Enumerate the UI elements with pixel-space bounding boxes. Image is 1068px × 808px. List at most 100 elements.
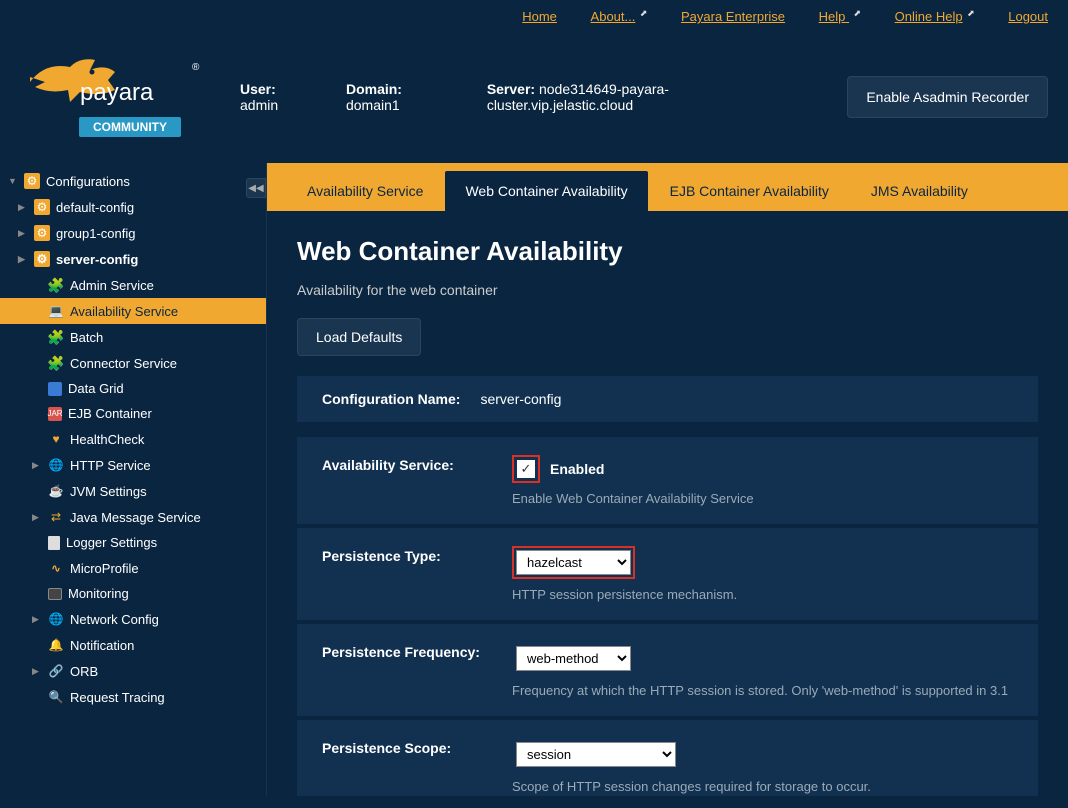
enable-recorder-button[interactable]: Enable Asadmin Recorder (847, 76, 1048, 118)
tree-jvm-settings[interactable]: ☕ JVM Settings (0, 478, 266, 504)
document-icon (48, 536, 60, 550)
form-persistence-type: Persistence Type: hazelcast HTTP session… (297, 528, 1038, 620)
tree: ▼ ⚙ Configurations ▶ ⚙ default-config ▶ … (0, 163, 266, 715)
form-help: Enable Web Container Availability Servic… (512, 491, 1013, 506)
arrow-right-icon: ▶ (32, 614, 42, 625)
form-persistence-frequency: Persistence Frequency: web-method Freque… (297, 624, 1038, 716)
arrow-right-icon: ▶ (18, 228, 28, 239)
tabs: Availability Service Web Container Avail… (267, 163, 1068, 211)
form-help: HTTP session persistence mechanism. (512, 587, 1013, 602)
form-label: Availability Service: (322, 455, 492, 506)
content-area: Availability Service Web Container Avail… (267, 163, 1068, 796)
page-description: Availability for the web container (297, 282, 1038, 298)
svg-text:®: ® (192, 62, 200, 73)
highlight-box: ✓ (512, 455, 540, 483)
grid-icon (48, 382, 62, 396)
availability-enabled-checkbox[interactable]: ✓ (517, 460, 535, 478)
gear-icon: ⚙ (34, 199, 50, 215)
header: payara ® COMMUNITY User: admin Domain: d… (0, 32, 1068, 163)
jar-icon: JAR (48, 407, 62, 421)
monitor-icon (48, 588, 62, 600)
enabled-label: Enabled (550, 461, 604, 477)
arrow-right-icon: ▶ (32, 460, 42, 471)
tree-jms[interactable]: ▶ ⇄ Java Message Service (0, 504, 266, 530)
gear-icon: ⚙ (34, 251, 50, 267)
persistence-scope-select[interactable]: session (516, 742, 676, 767)
tree-availability-service[interactable]: 💻 Availability Service (0, 298, 266, 324)
tree-microprofile[interactable]: ∿ MicroProfile (0, 555, 266, 581)
tab-jms-availability[interactable]: JMS Availability (851, 171, 988, 211)
tree-orb[interactable]: ▶ 🔗 ORB (0, 658, 266, 684)
tab-web-container[interactable]: Web Container Availability (445, 171, 647, 211)
arrow-right-icon: ▶ (32, 512, 42, 523)
gear-icon: ⚙ (24, 173, 40, 189)
nav-about[interactable]: About...⬈ (591, 9, 648, 24)
puzzle-icon: 🧩 (48, 329, 64, 345)
arrow-right-icon: ▶ (18, 254, 28, 265)
collapse-sidebar-button[interactable]: ◀◀ (246, 178, 266, 198)
external-icon: ⬈ (637, 8, 647, 18)
form-label: Persistence Scope: (322, 738, 492, 794)
config-name-value: server-config (480, 391, 561, 407)
page-title: Web Container Availability (297, 236, 1038, 267)
globe-icon: 🌐 (48, 457, 64, 473)
puzzle-icon: 🧩 (48, 355, 64, 371)
tree-notification[interactable]: 🔔 Notification (0, 632, 266, 658)
heart-icon: ♥ (48, 431, 64, 447)
tree-group1-config[interactable]: ▶ ⚙ group1-config (0, 220, 266, 246)
persistence-frequency-select[interactable]: web-method (516, 646, 631, 671)
form-availability-service: Availability Service: ✓ Enabled Enable W… (297, 437, 1038, 524)
external-icon: ⬈ (851, 8, 861, 18)
external-icon: ⬈ (965, 8, 975, 18)
coffee-icon: ☕ (48, 483, 64, 499)
tree-monitoring[interactable]: Monitoring (0, 581, 266, 606)
form-label: Persistence Frequency: (322, 642, 492, 698)
arrow-right-icon: ▶ (32, 666, 42, 677)
sidebar: ◀◀ ▼ ⚙ Configurations ▶ ⚙ default-config… (0, 163, 267, 796)
highlight-box: hazelcast (512, 546, 635, 579)
arrows-icon: ⇄ (48, 509, 64, 525)
wave-icon: ∿ (48, 560, 64, 576)
tree-data-grid[interactable]: Data Grid (0, 376, 266, 401)
header-info: User: admin Domain: domain1 Server: node… (240, 81, 807, 113)
logo: payara ® COMMUNITY (20, 52, 200, 142)
persistence-type-select[interactable]: hazelcast (516, 550, 631, 575)
tree-batch[interactable]: 🧩 Batch (0, 324, 266, 350)
availability-icon: 💻 (48, 303, 64, 319)
load-defaults-button[interactable]: Load Defaults (297, 318, 421, 356)
nav-logout[interactable]: Logout (1008, 9, 1048, 24)
arrow-down-icon: ▼ (8, 176, 18, 186)
tree-network[interactable]: ▶ 🌐 Network Config (0, 606, 266, 632)
tree-admin-service[interactable]: 🧩 Admin Service (0, 272, 266, 298)
bell-icon: 🔔 (48, 637, 64, 653)
tree-default-config[interactable]: ▶ ⚙ default-config (0, 194, 266, 220)
search-icon: 🔍 (48, 689, 64, 705)
form-persistence-scope: Persistence Scope: session Scope of HTTP… (297, 720, 1038, 796)
gear-icon: ⚙ (34, 225, 50, 241)
svg-text:payara: payara (80, 79, 154, 106)
tab-availability-service[interactable]: Availability Service (287, 171, 443, 211)
tree-connector-service[interactable]: 🧩 Connector Service (0, 350, 266, 376)
tree-request-tracing[interactable]: 🔍 Request Tracing (0, 684, 266, 710)
puzzle-icon: 🧩 (48, 277, 64, 293)
community-badge: COMMUNITY (79, 117, 181, 137)
nav-home[interactable]: Home (522, 9, 557, 24)
tree-server-config[interactable]: ▶ ⚙ server-config (0, 246, 266, 272)
globe-icon: 🌐 (48, 611, 64, 627)
arrow-right-icon: ▶ (18, 202, 28, 213)
nav-help[interactable]: Help ⬈ (819, 9, 861, 24)
link-icon: 🔗 (48, 663, 64, 679)
form-help: Frequency at which the HTTP session is s… (512, 683, 1013, 698)
tree-ejb-container[interactable]: JAR EJB Container (0, 401, 266, 426)
nav-onlinehelp[interactable]: Online Help⬈ (895, 9, 975, 24)
tree-configurations[interactable]: ▼ ⚙ Configurations (0, 168, 266, 194)
tab-ejb-container[interactable]: EJB Container Availability (650, 171, 849, 211)
top-nav: Home About...⬈ Payara Enterprise Help ⬈ … (0, 0, 1068, 32)
form-label: Persistence Type: (322, 546, 492, 602)
tree-logger[interactable]: Logger Settings (0, 530, 266, 555)
nav-enterprise[interactable]: Payara Enterprise (681, 9, 785, 24)
tree-healthcheck[interactable]: ♥ HealthCheck (0, 426, 266, 452)
form-help: Scope of HTTP session changes required f… (512, 779, 1013, 794)
tree-http-service[interactable]: ▶ 🌐 HTTP Service (0, 452, 266, 478)
config-name-row: Configuration Name: server-config (297, 376, 1038, 422)
